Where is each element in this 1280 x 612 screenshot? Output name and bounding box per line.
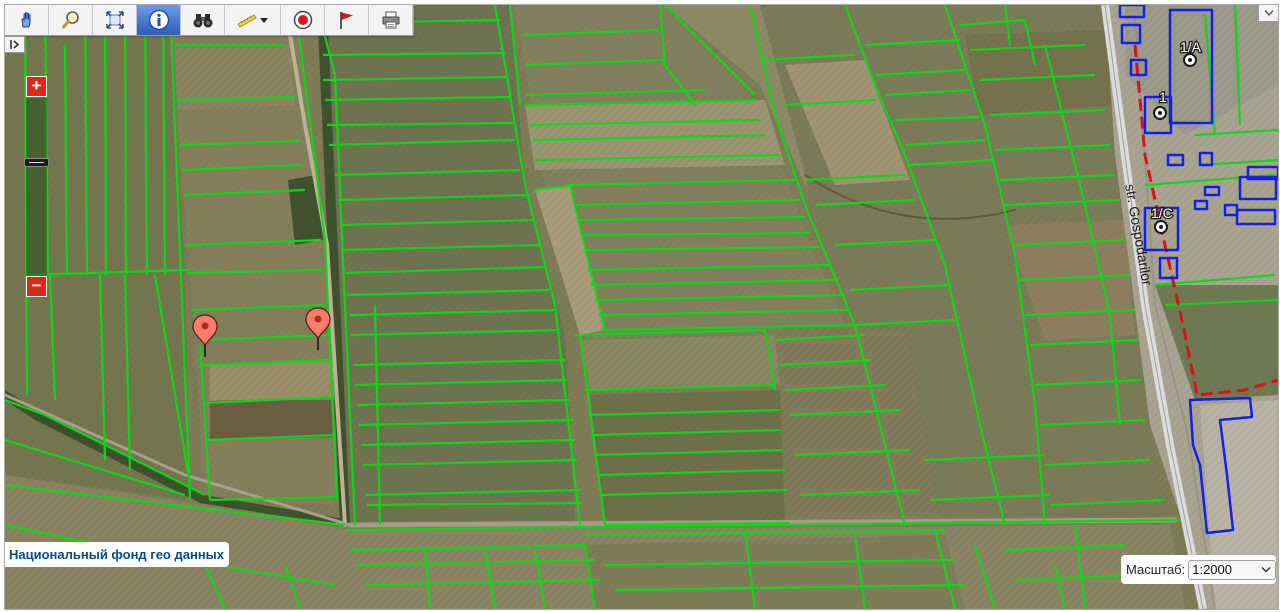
ruler-icon [236,14,257,28]
chevron-down-icon [1263,10,1274,17]
chevron-down-icon [259,18,268,23]
map-viewport[interactable]: 1/A 1 1/C str. Gospodarilor + − Национал… [4,4,1279,610]
address-label: 1/A [1180,39,1202,55]
zoom-out-button[interactable]: − [26,276,47,297]
target-icon [293,10,312,30]
zoom-knob[interactable] [24,158,49,167]
mark-tool-button[interactable] [325,5,369,35]
scale-label: Масштаб: [1126,562,1186,577]
printer-icon [382,11,399,29]
zoom-track[interactable] [26,98,47,276]
scale-control: Масштаб: 1:2000 [1121,555,1276,584]
map-toolbar [5,5,414,36]
chevron-down-icon [1261,567,1271,573]
pan-tool-button[interactable] [5,5,49,35]
flag-icon [339,12,353,29]
full-extent-icon [105,11,124,29]
info-icon [148,9,169,31]
print-tool-button[interactable] [369,5,413,35]
zoom-slider[interactable]: + − [24,76,49,299]
zoom-rectangle-tool-button[interactable] [49,5,93,35]
scale-value: 1:2000 [1192,562,1232,577]
identify-tool-button[interactable] [137,5,181,35]
map-marker[interactable] [305,307,331,356]
scale-select[interactable]: 1:2000 [1188,559,1276,580]
expand-panel-button[interactable] [5,36,25,53]
map-pin-icon [305,307,331,350]
address-label: 1/C [1151,205,1173,221]
search-tool-button[interactable] [181,5,225,35]
zoom-in-button[interactable]: + [26,76,47,97]
collapse-button[interactable] [1258,5,1278,22]
binoculars-icon [193,14,212,28]
magnifier-icon [61,11,79,29]
address-label: 1 [1159,89,1167,105]
map-canvas[interactable]: 1/A 1 1/C str. Gospodarilor [5,5,1278,609]
map-marker[interactable] [192,314,218,363]
measure-tool-button[interactable] [225,5,281,35]
hand-icon [20,12,30,28]
map-pin-icon [192,314,218,357]
attribution-label: Национальный фонд гео данных [5,542,230,567]
locate-tool-button[interactable] [281,5,325,35]
expand-panel-icon [9,40,19,49]
full-extent-tool-button[interactable] [93,5,137,35]
